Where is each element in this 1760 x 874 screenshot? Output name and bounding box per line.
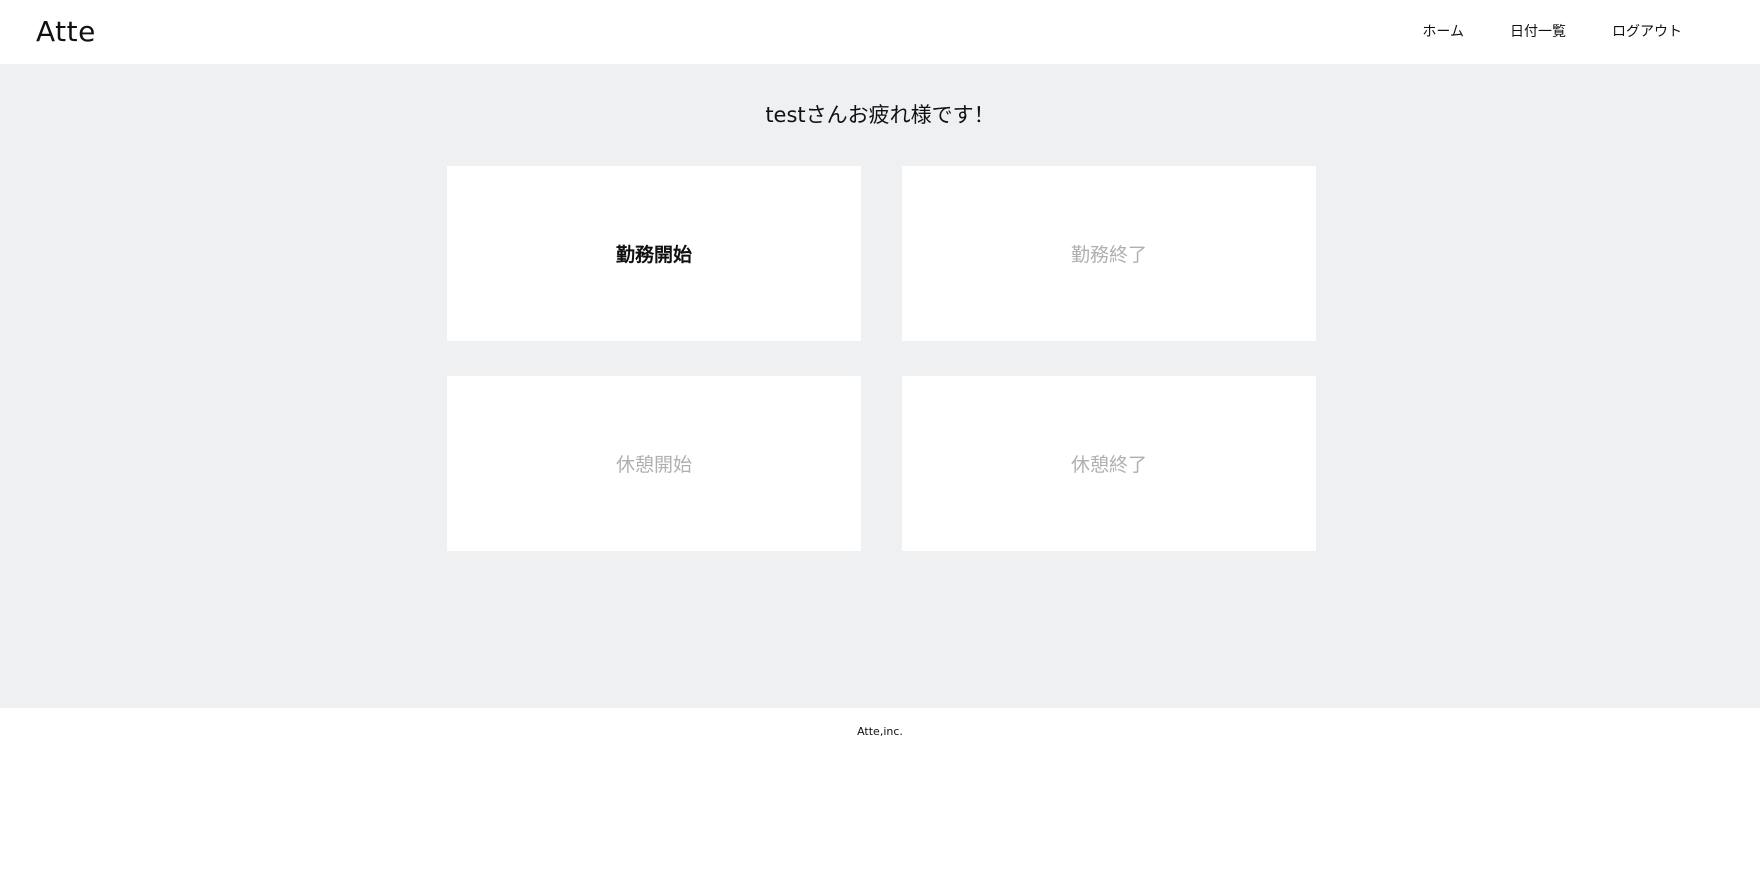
header-nav: ホーム 日付一覧 ログアウト [1422,22,1682,42]
break-start-button[interactable]: 休憩開始 [447,376,861,551]
greeting-message: testさんお疲れ様です！ [765,103,995,127]
nav-home-link[interactable]: ホーム [1422,22,1464,42]
work-start-button[interactable]: 勤務開始 [447,166,861,341]
app-logo[interactable]: Atte [36,15,96,49]
work-end-button[interactable]: 勤務終了 [902,166,1316,341]
nav-date-list-link[interactable]: 日付一覧 [1510,22,1566,42]
footer-copyright: Atte,inc. [857,725,903,738]
site-header: Atte ホーム 日付一覧 ログアウト [0,0,1760,64]
break-end-button[interactable]: 休憩終了 [902,376,1316,551]
nav-logout-link[interactable]: ログアウト [1612,22,1682,42]
site-footer: Atte,inc. [0,708,1760,874]
stamp-area: testさんお疲れ様です！ 勤務開始 勤務終了 休憩開始 休憩終了 [0,64,1760,708]
